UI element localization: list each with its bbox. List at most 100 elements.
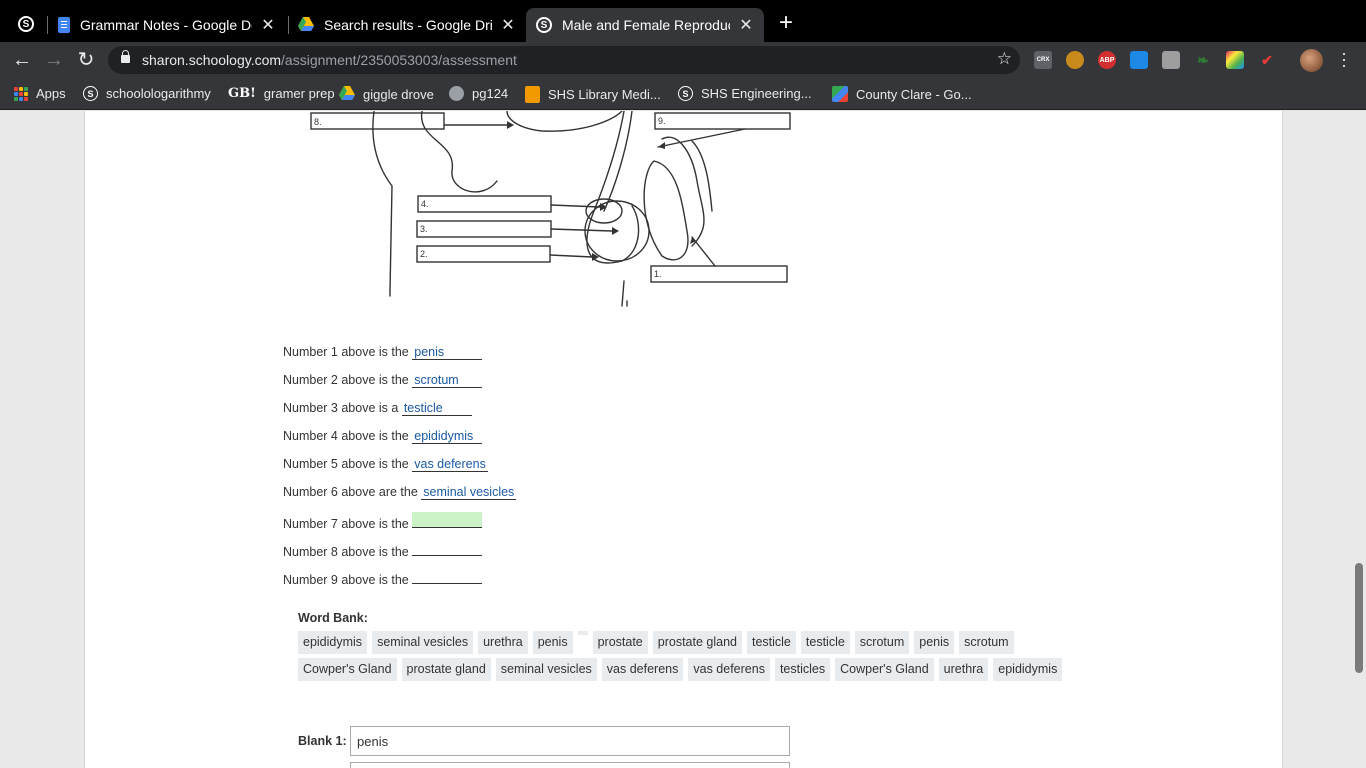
diagram-label-1: 1. (654, 269, 662, 279)
browser-tab-strip: S Grammar Notes - Google Docs ✕ Search r… (0, 0, 1366, 42)
word-chip[interactable]: scrotum (959, 631, 1014, 654)
answer-blank-3[interactable]: testicle (401, 400, 472, 416)
word-chip[interactable]: vas deferens (601, 658, 684, 681)
question-3: Number 3 above is a testicle (283, 400, 472, 416)
word-chip[interactable]: Cowper's Gland (298, 658, 397, 681)
word-chip[interactable]: Cowper's Gland (835, 658, 934, 681)
word-chip[interactable]: testicle (746, 631, 796, 654)
diagram-label-2: 2. (420, 249, 428, 259)
schoology-icon: S (83, 86, 98, 101)
word-chip[interactable]: testicle (800, 631, 850, 654)
question-8: Number 8 above is the (283, 540, 483, 559)
tab-male-female-reproductive[interactable]: S Male and Female Reproductive ✕ (526, 8, 764, 42)
back-icon[interactable]: ← (10, 48, 34, 72)
colorful-extension-icon[interactable] (1226, 51, 1244, 69)
close-icon[interactable]: ✕ (738, 15, 754, 35)
word-chip[interactable]: epididymis (993, 658, 1063, 681)
tab-search-results[interactable]: Search results - Google Drive ✕ (288, 8, 526, 42)
question-6: Number 6 above are the seminal vesicles (283, 484, 517, 500)
word-chip[interactable]: urethra (938, 658, 989, 681)
question-2: Number 2 above is the scrotum (283, 372, 483, 388)
word-chip[interactable]: scrotum (854, 631, 910, 654)
leaf-extension-icon[interactable]: ❧ (1194, 51, 1212, 69)
bookmark-gramer-prep[interactable]: GB! gramer prep (228, 86, 335, 101)
tab-title: Male and Female Reproductive (562, 17, 730, 33)
answer-blank-9[interactable] (412, 568, 483, 584)
reproductive-diagram: 8. 9. 4. 3. 2. 1. (310, 111, 791, 307)
check-extension-icon[interactable]: ✔ (1258, 51, 1276, 69)
diagram-label-3: 3. (420, 224, 428, 234)
blank-2-input[interactable] (350, 762, 790, 768)
schoology-app-icon[interactable]: S (18, 16, 34, 32)
owl-extension-icon[interactable] (1066, 51, 1084, 69)
blank-1-input[interactable] (350, 726, 790, 756)
bookmark-schoolologarithmy[interactable]: S schoolologarithmy (83, 86, 211, 101)
word-bank-title: Word Bank: (298, 611, 368, 625)
avatar[interactable] (1300, 49, 1323, 72)
bookmarks-bar: Apps S schoolologarithmy GB! gramer prep… (0, 78, 1366, 110)
tab-grammar-notes[interactable]: Grammar Notes - Google Docs ✕ (48, 8, 286, 42)
answer-blank-8[interactable] (412, 540, 483, 556)
library-icon (525, 86, 540, 103)
question-7: Number 7 above is the (283, 512, 483, 531)
bookmark-star-icon[interactable]: ☆ (997, 49, 1012, 69)
reload-icon[interactable]: ↻ (74, 48, 98, 72)
word-bank-row-2: Cowper's Gland prostate gland seminal ve… (298, 658, 1063, 681)
word-chip[interactable]: penis (532, 631, 573, 654)
question-4: Number 4 above is the epididymis (283, 428, 483, 444)
schoology-icon: S (678, 86, 693, 101)
answer-blank-4[interactable]: epididymis (412, 428, 483, 444)
google-docs-icon (58, 17, 70, 33)
word-chip[interactable]: penis (914, 631, 955, 654)
answer-blank-7[interactable] (412, 512, 483, 528)
answer-blank-2[interactable]: scrotum (412, 372, 483, 388)
browser-toolbar: ← → ↻ sharon.schoology.com/assignment/23… (0, 42, 1366, 78)
page-scrollbar[interactable] (1355, 563, 1363, 673)
more-menu-icon[interactable]: · · · (1341, 44, 1347, 74)
address-bar[interactable]: sharon.schoology.com/assignment/23500530… (108, 46, 1020, 74)
google-drive-icon (339, 86, 355, 103)
schoology-icon: S (536, 17, 552, 33)
word-bank-row-1: epididymis seminal vesicles urethra peni… (298, 631, 1014, 654)
close-icon[interactable]: ✕ (500, 15, 516, 35)
forward-icon[interactable]: → (42, 48, 66, 72)
close-icon[interactable]: ✕ (260, 15, 276, 35)
question-5: Number 5 above is the vas deferens (283, 456, 488, 472)
pen-extension-icon[interactable] (1130, 51, 1148, 69)
bookmark-county-clare[interactable]: County Clare - Go... (832, 86, 972, 102)
bookmark-shs-engineering[interactable]: S SHS Engineering... (678, 86, 812, 101)
google-drive-icon (298, 16, 314, 34)
word-chip[interactable]: testicles (774, 658, 831, 681)
diagram-label-4: 4. (421, 199, 429, 209)
word-chip[interactable]: prostate gland (652, 631, 742, 654)
answer-blank-6[interactable]: seminal vesicles (421, 484, 517, 500)
answer-blank-1[interactable]: penis (412, 344, 483, 360)
tab-title: Search results - Google Drive (324, 17, 492, 33)
bookmark-giggle-drove[interactable]: giggle drove (339, 86, 434, 103)
word-chip[interactable]: prostate gland (401, 658, 491, 681)
word-chip[interactable]: vas deferens (688, 658, 770, 681)
bookmark-apps[interactable]: Apps (14, 86, 66, 101)
word-chip[interactable]: seminal vesicles (372, 631, 474, 654)
question-9: Number 9 above is the (283, 568, 483, 587)
word-chip-used[interactable] (577, 631, 588, 635)
question-1: Number 1 above is the penis (283, 344, 483, 360)
url-text[interactable]: sharon.schoology.com/assignment/23500530… (142, 52, 517, 68)
word-chip[interactable]: urethra (478, 631, 528, 654)
crx-extension-icon[interactable]: CRX (1034, 51, 1052, 69)
apps-grid-icon (14, 86, 28, 101)
gb-icon: GB! (228, 86, 256, 101)
bookmark-pg124[interactable]: pg124 (449, 86, 508, 101)
diagram-label-9: 9. (658, 116, 666, 126)
word-chip[interactable]: prostate (592, 631, 648, 654)
diagram-label-8: 8. (314, 117, 322, 127)
new-tab-button[interactable]: + (774, 11, 798, 36)
bookmark-shs-library[interactable]: SHS Library Medi... (525, 86, 661, 103)
globe-icon (449, 86, 464, 101)
google-maps-icon (832, 86, 848, 102)
word-chip[interactable]: seminal vesicles (495, 658, 597, 681)
adblock-extension-icon[interactable]: ABP (1098, 51, 1116, 69)
answer-blank-5[interactable]: vas deferens (412, 456, 488, 472)
word-chip[interactable]: epididymis (298, 631, 368, 654)
briefcase-extension-icon[interactable] (1162, 51, 1180, 69)
